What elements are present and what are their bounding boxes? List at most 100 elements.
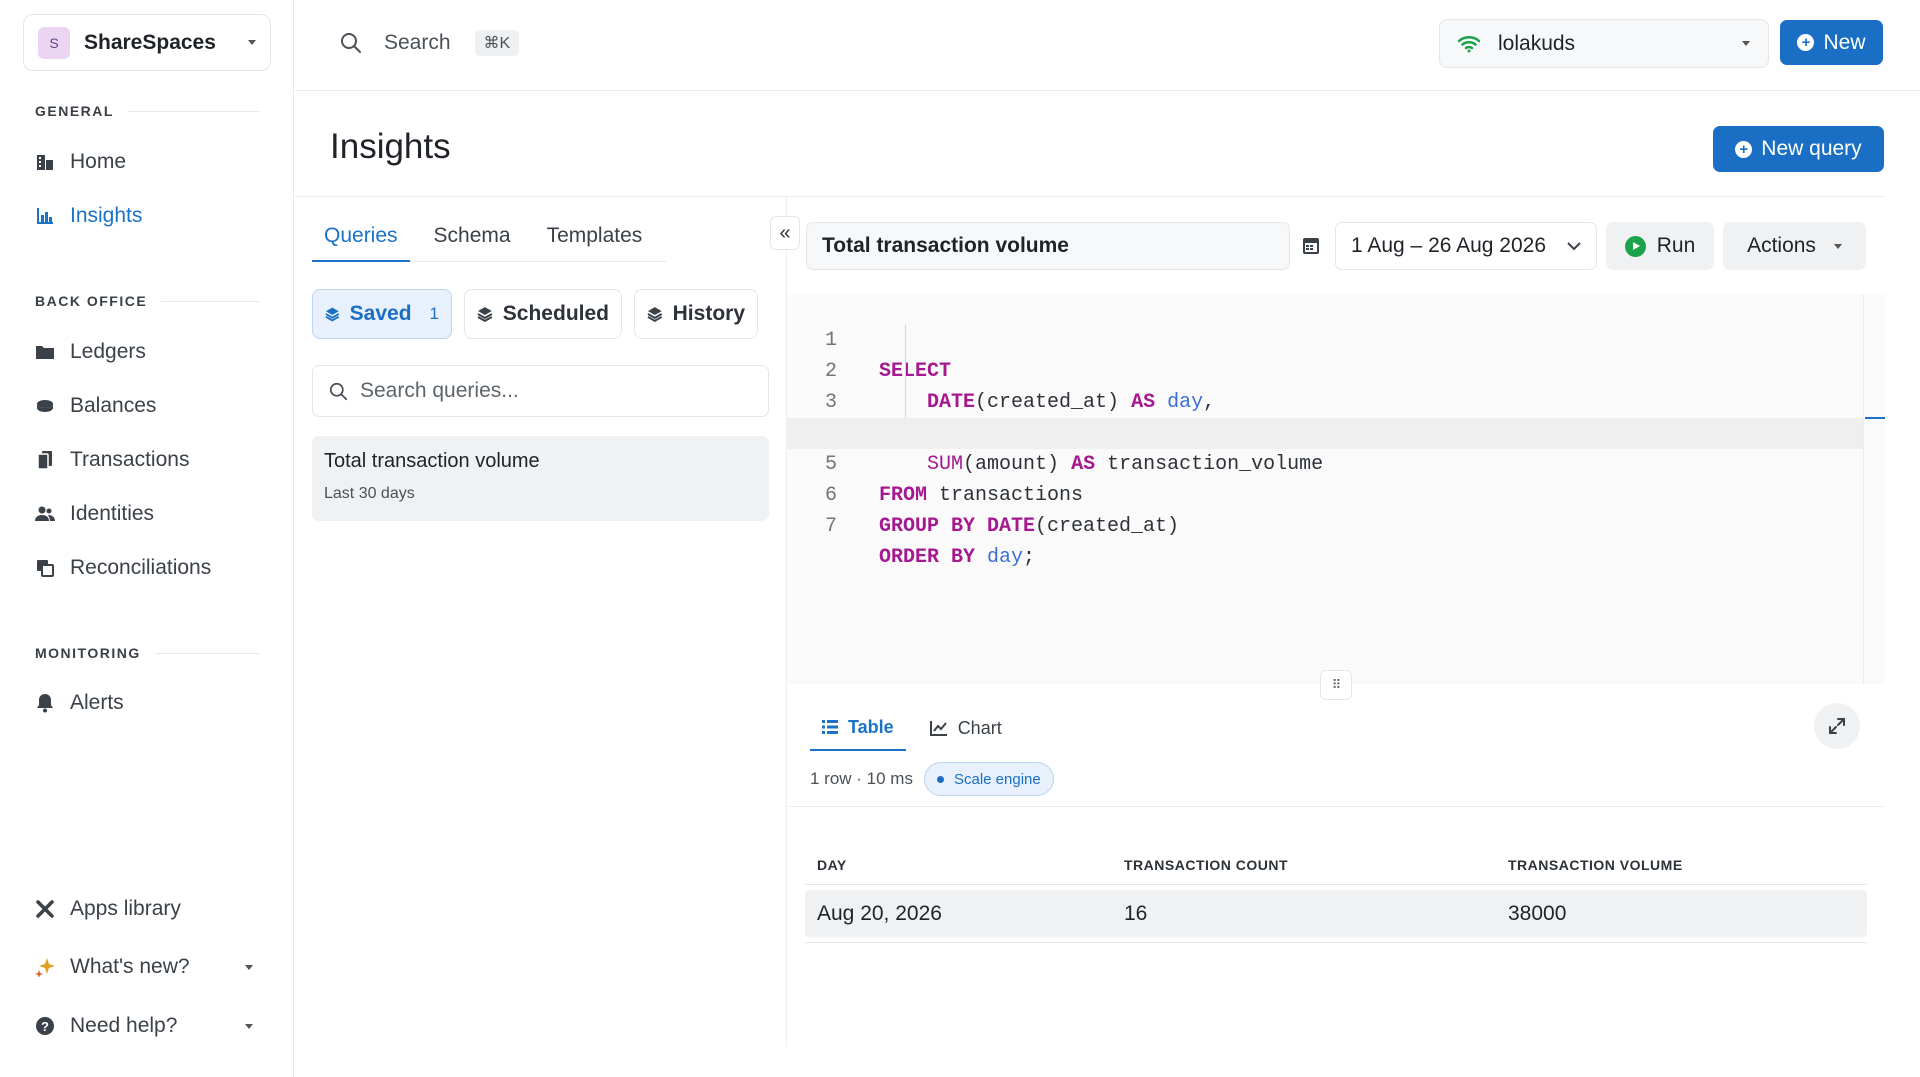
table-header: DAY TRANSACTION COUNT TRANSACTION VOLUME: [805, 845, 1867, 885]
building-icon: [35, 152, 55, 172]
resize-handle[interactable]: ⠿: [1320, 670, 1352, 700]
actions-label: Actions: [1747, 234, 1816, 257]
workspace-name: ShareSpaces: [84, 30, 216, 54]
wifi-icon: [1458, 35, 1480, 52]
section-label-text: BACK OFFICE: [35, 293, 148, 309]
run-label: Run: [1656, 234, 1696, 257]
line-number: 7: [824, 515, 837, 538]
sidebar-item-apps-library[interactable]: Apps library: [35, 893, 181, 925]
sidebar-item-label: Apps library: [70, 897, 181, 920]
global-search[interactable]: Search ⌘K: [340, 30, 520, 56]
code-line: 1 SELECT: [787, 294, 1863, 383]
chevron-down-icon: [245, 964, 253, 970]
table-row[interactable]: Aug 20, 2026 16 38000: [805, 890, 1867, 937]
sidebar-item-label: Need help?: [70, 1014, 178, 1037]
sidebar-item-home[interactable]: Home: [35, 146, 126, 178]
svg-text:?: ?: [41, 1019, 49, 1034]
table-cell: 38000: [1508, 902, 1567, 925]
search-icon: [341, 33, 361, 53]
grip-icon: ⠿: [1331, 677, 1341, 692]
scrollbar-cursor-marker: [1865, 417, 1885, 419]
tab-table[interactable]: Table: [810, 705, 906, 751]
collapse-panel-button[interactable]: «: [770, 216, 800, 250]
saved-query-item[interactable]: Total transaction volume Last 30 days: [312, 436, 769, 521]
sidebar-item-reconciliations[interactable]: Reconciliations: [35, 552, 211, 584]
sidebar-item-label: Balances: [70, 394, 157, 417]
sidebar-item-ledgers[interactable]: Ledgers: [35, 336, 146, 368]
folder-icon: [35, 342, 55, 362]
results-divider: [787, 806, 1886, 807]
code-text: ORDER BY day;: [879, 546, 1036, 569]
query-search-placeholder: Search queries...: [360, 379, 519, 402]
filter-scheduled-label: Scheduled: [502, 302, 609, 325]
actions-dropdown[interactable]: Actions: [1723, 222, 1866, 270]
search-icon: [329, 382, 348, 400]
filter-history[interactable]: History: [634, 289, 758, 339]
sidebar-item-need-help[interactable]: ? Need help?: [35, 1010, 259, 1042]
sidebar-item-transactions[interactable]: Transactions: [35, 444, 189, 476]
page-title: Insights: [330, 127, 451, 166]
new-button[interactable]: + New: [1780, 20, 1883, 65]
line-chart-icon: [929, 721, 947, 736]
tab-chart-label: Chart: [957, 717, 1002, 738]
sql-editor[interactable]: 1 SELECT 2 DATE(created_at) AS day, 3 CO…: [787, 294, 1885, 684]
tab-chart[interactable]: Chart: [918, 705, 1014, 751]
run-button[interactable]: Run: [1606, 222, 1714, 270]
code-line: 3 COUNT(*) AS transaction_count,: [787, 356, 1863, 445]
query-name-input[interactable]: Total transaction volume: [806, 222, 1290, 270]
layers-icon: [325, 307, 340, 322]
section-label-text: GENERAL: [35, 103, 114, 119]
queries-panel-tabs: Queries Schema Templates: [312, 224, 666, 262]
column-header-transaction-count[interactable]: TRANSACTION COUNT: [1124, 857, 1288, 873]
editor-scrollbar[interactable]: [1863, 294, 1885, 684]
sidebar-item-identities[interactable]: Identities: [35, 498, 154, 530]
sidebar-item-label: Insights: [70, 204, 143, 227]
org-name: lolakuds: [1498, 31, 1576, 55]
saved-count-badge: 1: [429, 304, 439, 323]
receipt-icon: [35, 450, 55, 470]
sidebar-item-label: Ledgers: [70, 340, 146, 363]
sidebar-item-label: Transactions: [70, 448, 190, 471]
chevron-down-icon: [248, 40, 256, 45]
filter-saved[interactable]: Saved 1: [312, 289, 452, 339]
expand-results-button[interactable]: [1814, 703, 1860, 749]
sidebar-item-whats-new[interactable]: What's new?: [35, 951, 259, 983]
filter-scheduled[interactable]: Scheduled: [464, 289, 622, 339]
double-chevron-left-icon: «: [779, 221, 791, 244]
column-header-day[interactable]: DAY: [817, 857, 847, 873]
tab-templates[interactable]: Templates: [535, 224, 655, 262]
tab-queries[interactable]: Queries: [312, 224, 410, 262]
new-query-button[interactable]: + New query: [1713, 126, 1884, 172]
chevron-down-icon: [245, 1023, 253, 1029]
tab-schema[interactable]: Schema: [422, 224, 523, 262]
topbar: Search ⌘K lolakuds + New: [294, 0, 1920, 91]
results-summary: 1 row · 10 ms: [810, 769, 913, 788]
sidebar-item-alerts[interactable]: Alerts: [35, 687, 124, 719]
org-selector[interactable]: lolakuds: [1439, 19, 1769, 68]
date-range-picker[interactable]: 1 Aug – 26 Aug 2026: [1335, 222, 1597, 270]
engine-badge-label: Scale engine: [953, 770, 1041, 788]
bar-chart-icon: [35, 206, 55, 226]
plus-circle-icon: +: [1797, 34, 1815, 51]
table-cell: 16: [1124, 902, 1148, 925]
help-icon: ?: [35, 1016, 55, 1036]
sidebar-item-label: Home: [70, 150, 127, 173]
sidebar-item-balances[interactable]: Balances: [35, 390, 156, 422]
column-header-transaction-volume[interactable]: TRANSACTION VOLUME: [1508, 857, 1683, 873]
code-text: GROUP BY DATE(created_at): [879, 515, 1180, 538]
saved-query-subtitle: Last 30 days: [324, 485, 415, 502]
workspace-switcher[interactable]: S ShareSpaces: [23, 14, 271, 71]
plus-circle-icon: +: [1735, 140, 1753, 158]
tab-table-label: Table: [848, 716, 894, 737]
code-line: 7 ORDER BY day;: [787, 480, 1863, 569]
sidebar-item-label: What's new?: [70, 955, 190, 978]
sidebar-item-label: Reconciliations: [70, 556, 212, 579]
sidebar-item-insights[interactable]: Insights: [35, 200, 142, 232]
layers-icon: [477, 307, 493, 322]
table-bottom-border: [805, 942, 1867, 943]
query-search-input[interactable]: Search queries...: [312, 365, 769, 417]
new-button-label: New: [1823, 30, 1866, 54]
results-tabs: Table Chart: [810, 705, 1026, 751]
calendar-icon[interactable]: [1302, 235, 1320, 260]
sidebar-item-label: Alerts: [70, 691, 124, 714]
